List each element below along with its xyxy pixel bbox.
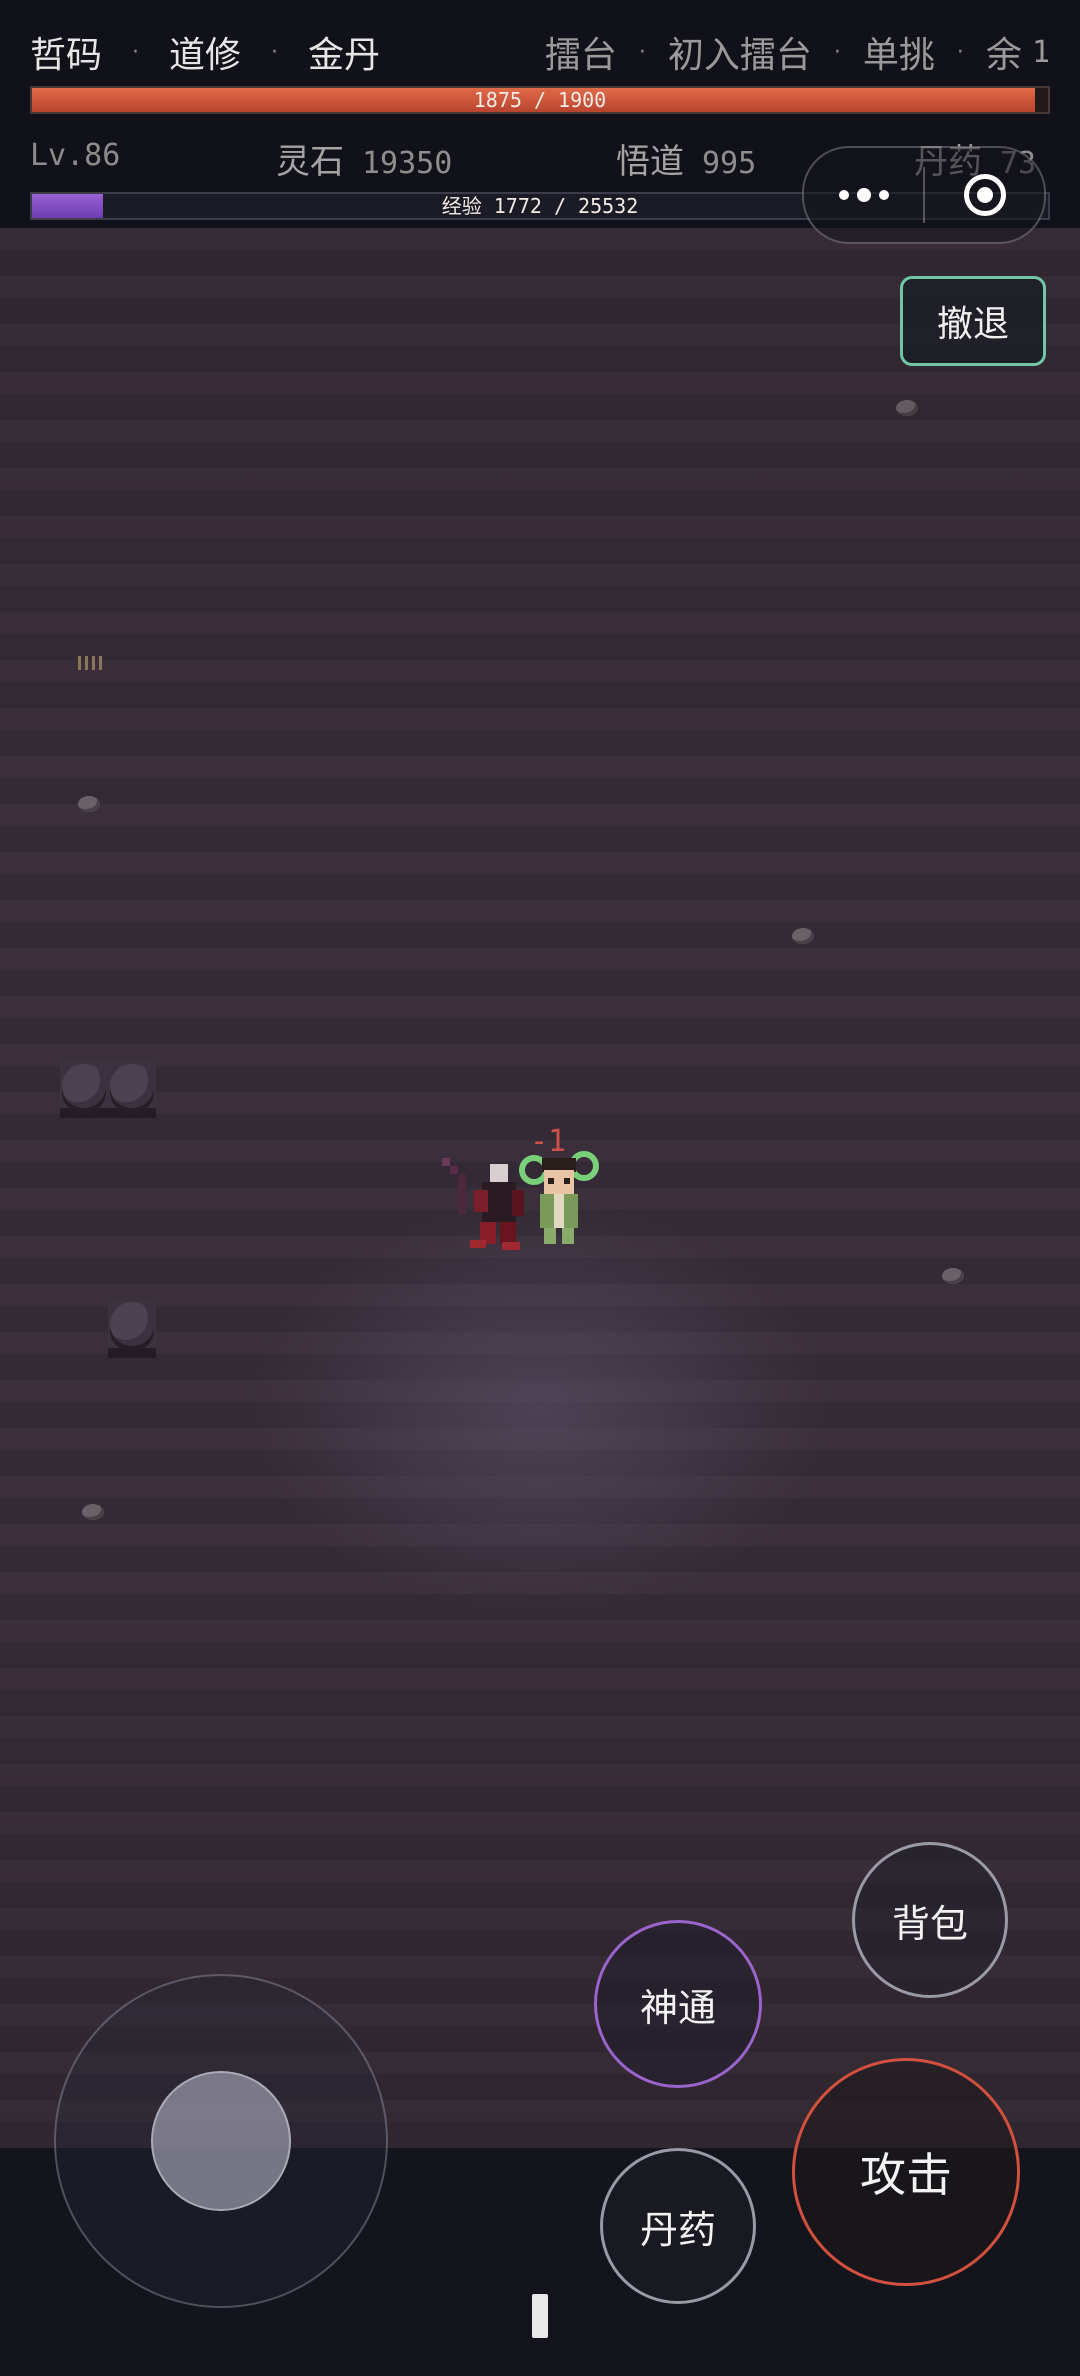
battle-characters: -1 bbox=[430, 1124, 610, 1280]
mode-duel: 单挑 bbox=[862, 35, 935, 76]
player-cultivator-sprite bbox=[519, 1151, 599, 1244]
floor-pebble bbox=[82, 1504, 104, 1520]
bag-button[interactable]: 背包 bbox=[852, 1842, 1008, 1998]
more-menu-button[interactable] bbox=[804, 148, 923, 242]
retreat-button[interactable]: 撤退 bbox=[900, 276, 1046, 366]
game-screen: -1 哲码 · 道修 · 金丹 擂台 · 初入擂台 · 单挑 · 余 1 187… bbox=[0, 0, 1080, 2376]
floor-pebble bbox=[942, 1268, 964, 1284]
footer-seal-icon bbox=[532, 2294, 548, 2338]
rock-cluster bbox=[60, 1060, 156, 1118]
floor-pebble bbox=[896, 400, 918, 416]
lingshi-stat: 灵石 19350 bbox=[276, 134, 452, 183]
skill-button[interactable]: 神通 bbox=[594, 1920, 762, 2088]
separator-dot: · bbox=[833, 39, 841, 65]
config-path: 道修 bbox=[169, 35, 242, 76]
mode-arena-level: 初入擂台 bbox=[667, 35, 812, 76]
mode-info: 擂台 · 初入擂台 · 单挑 · 余 1 bbox=[545, 26, 1050, 78]
config-name: 哲码 bbox=[30, 35, 103, 76]
info-row: 哲码 · 道修 · 金丹 擂台 · 初入擂台 · 单挑 · 余 1 bbox=[30, 24, 1050, 80]
remaining-value: 1 bbox=[1031, 34, 1050, 70]
separator-dot: · bbox=[638, 39, 646, 65]
joystick-knob[interactable] bbox=[151, 2071, 291, 2211]
floor-pebble bbox=[78, 796, 100, 812]
wudao-label: 悟道 bbox=[616, 142, 684, 182]
mode-arena: 擂台 bbox=[544, 35, 617, 76]
close-miniprogram-button[interactable] bbox=[925, 148, 1044, 242]
target-circle-icon bbox=[963, 174, 1006, 216]
attack-button[interactable]: 攻击 bbox=[792, 2058, 1020, 2286]
separator-dot: · bbox=[956, 39, 964, 65]
miniprogram-capsule bbox=[802, 146, 1046, 244]
wudao-stat: 悟道 995 bbox=[616, 134, 756, 183]
hp-text: 1875 / 1900 bbox=[473, 88, 607, 112]
lingshi-value: 19350 bbox=[362, 146, 453, 181]
rock bbox=[62, 1064, 106, 1108]
rock bbox=[110, 1064, 154, 1108]
pill-button[interactable]: 丹药 bbox=[600, 2148, 756, 2304]
virtual-joystick[interactable] bbox=[54, 1974, 388, 2308]
rock bbox=[110, 1302, 154, 1346]
config-realm: 金丹 bbox=[308, 35, 381, 76]
more-dots-icon bbox=[838, 188, 889, 202]
separator-dot: · bbox=[271, 39, 279, 65]
remaining-label: 余 bbox=[985, 35, 1022, 76]
lingshi-label: 灵石 bbox=[276, 142, 344, 182]
wudao-value: 995 bbox=[702, 146, 757, 181]
rock-cluster bbox=[108, 1300, 156, 1358]
hp-bar: 1875 / 1900 bbox=[30, 86, 1050, 114]
separator-dot: · bbox=[132, 39, 140, 65]
player-level: Lv.86 bbox=[30, 138, 121, 173]
floor-pebble bbox=[792, 928, 814, 944]
floor-grass bbox=[78, 656, 104, 670]
